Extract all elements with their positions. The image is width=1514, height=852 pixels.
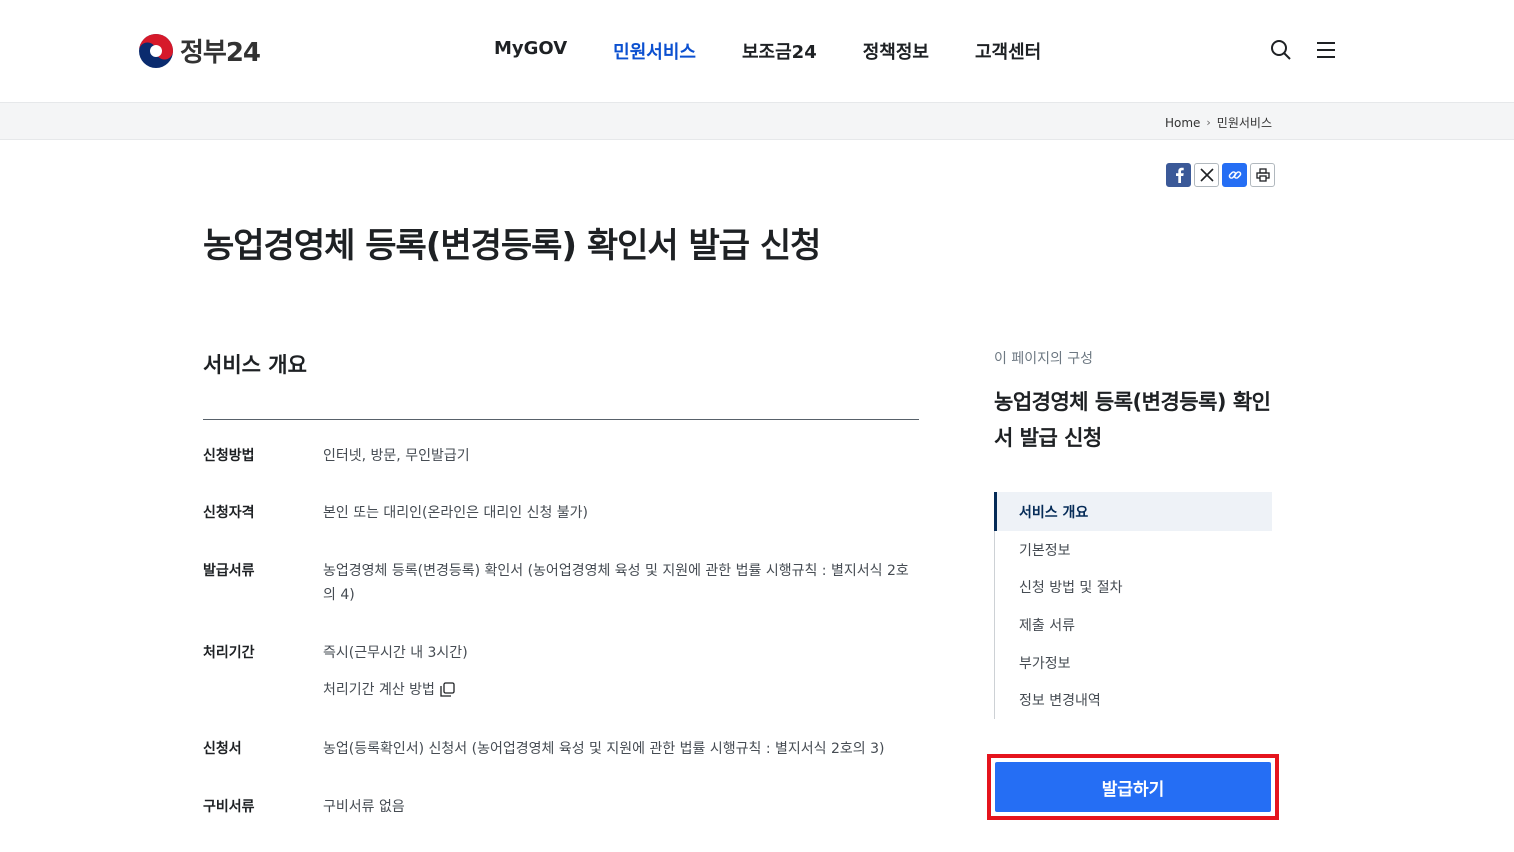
info-row-document: 발급서류 농업경영체 등록(변경등록) 확인서 (농어업경영체 육성 및 지원에… xyxy=(203,559,919,607)
taegeuk-logo-icon xyxy=(139,33,173,68)
chevron-right-icon: › xyxy=(1206,116,1211,129)
breadcrumb-current[interactable]: 민원서비스 xyxy=(1217,114,1272,131)
info-row-eligibility: 신청자격 본인 또는 대리인(온라인은 대리인 신청 불가) xyxy=(203,501,919,525)
toc-item-basic-info[interactable]: 기본정보 xyxy=(995,531,1272,569)
issue-button[interactable]: 발급하기 xyxy=(995,762,1271,812)
nav-mygov[interactable]: MyGOV xyxy=(494,38,567,64)
info-label: 처리기간 xyxy=(203,645,255,661)
nav-customer-center[interactable]: 고객센터 xyxy=(975,38,1041,64)
info-label: 신청방법 xyxy=(203,448,255,464)
copy-link-button[interactable] xyxy=(1222,163,1247,187)
nav-subsidy24[interactable]: 보조금24 xyxy=(742,38,817,64)
info-row-method: 신청방법 인터넷, 방문, 무인발급기 xyxy=(203,444,919,468)
info-row-application-form: 신청서 농업(등록확인서) 신청서 (농어업경영체 육성 및 지원에 관한 법률… xyxy=(203,737,919,761)
toc-caption: 이 페이지의 구성 xyxy=(994,351,1094,367)
print-button[interactable] xyxy=(1250,163,1275,187)
processing-time-calc-link[interactable]: 처리기간 계산 방법 xyxy=(323,679,468,699)
toc-item-change-history[interactable]: 정보 변경내역 xyxy=(995,681,1272,719)
info-value: 구비서류 없음 xyxy=(323,799,405,815)
section-divider xyxy=(203,419,919,420)
info-row-processing-time: 처리기간 즉시(근무시간 내 3시간) 처리기간 계산 방법 xyxy=(203,641,919,699)
facebook-share-button[interactable] xyxy=(1166,163,1191,187)
toc-title: 농업경영체 등록(변경등록) 확인서 발급 신청 xyxy=(994,390,1271,450)
info-label: 발급서류 xyxy=(203,563,255,579)
breadcrumb-bar: Home › 민원서비스 xyxy=(0,102,1514,140)
page-title: 농업경영체 등록(변경등록) 확인서 발급 신청 xyxy=(203,226,821,266)
toc-item-documents[interactable]: 제출 서류 xyxy=(995,606,1272,644)
toc-item-overview[interactable]: 서비스 개요 xyxy=(994,492,1272,531)
main-nav: MyGOV 민원서비스 보조금24 정책정보 고객센터 xyxy=(494,38,1087,64)
info-value: 즉시(근무시간 내 3시간) xyxy=(323,645,468,661)
nav-policy-info[interactable]: 정책정보 xyxy=(863,38,929,64)
menu-button[interactable] xyxy=(1312,36,1340,64)
toc-item-additional-info[interactable]: 부가정보 xyxy=(995,644,1272,682)
info-label: 구비서류 xyxy=(203,799,255,815)
printer-icon xyxy=(1255,168,1270,182)
new-window-icon xyxy=(440,681,455,697)
issue-button-highlight: 발급하기 xyxy=(987,754,1279,820)
x-logo-icon xyxy=(1199,168,1214,182)
facebook-icon xyxy=(1175,167,1184,183)
logo[interactable]: 정부24 xyxy=(138,32,261,69)
toc-list: 서비스 개요 기본정보 신청 방법 및 절차 제출 서류 부가정보 정보 변경내… xyxy=(994,492,1272,719)
site-header: 정부24 MyGOV 민원서비스 보조금24 정책정보 고객센터 xyxy=(0,0,1514,102)
nav-civil-service[interactable]: 민원서비스 xyxy=(613,38,696,64)
breadcrumb: Home › 민원서비스 xyxy=(1165,114,1272,131)
info-value: 농업(등록확인서) 신청서 (농어업경영체 육성 및 지원에 관한 법률 시행규… xyxy=(323,741,885,757)
info-value: 본인 또는 대리인(온라인은 대리인 신청 불가) xyxy=(323,505,589,521)
logo-text: 정부24 xyxy=(180,38,261,68)
info-row-required-docs: 구비서류 구비서류 없음 xyxy=(203,795,919,819)
breadcrumb-home[interactable]: Home xyxy=(1165,116,1200,130)
info-label: 신청서 xyxy=(203,741,242,757)
search-button[interactable] xyxy=(1267,36,1295,64)
x-share-button[interactable] xyxy=(1194,163,1219,187)
info-label: 신청자격 xyxy=(203,505,255,521)
section-title-overview: 서비스 개요 xyxy=(203,353,307,377)
share-tools xyxy=(1166,163,1275,187)
hamburger-menu-icon xyxy=(1317,42,1335,58)
info-value: 인터넷, 방문, 무인발급기 xyxy=(323,448,470,464)
info-value: 농업경영체 등록(변경등록) 확인서 (농어업경영체 육성 및 지원에 관한 법… xyxy=(323,563,909,603)
link-icon xyxy=(1228,171,1241,179)
processing-time-calc-label: 처리기간 계산 방법 xyxy=(323,682,435,698)
toc-item-procedure[interactable]: 신청 방법 및 절차 xyxy=(995,569,1272,607)
search-icon xyxy=(1271,40,1291,60)
